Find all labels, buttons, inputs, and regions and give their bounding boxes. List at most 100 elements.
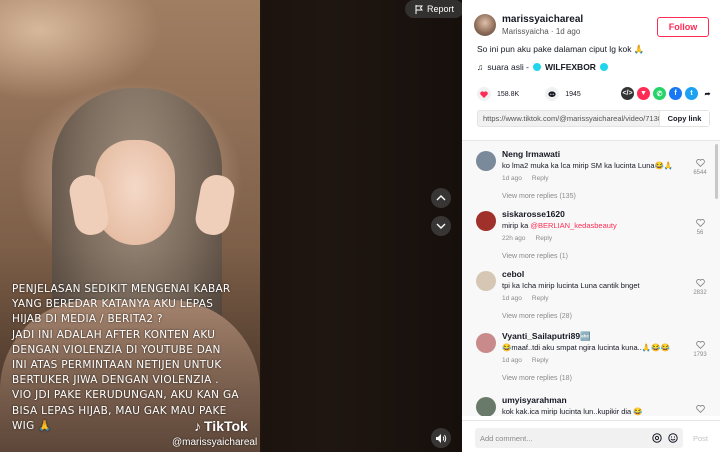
comment-text: tpi ka Icha mirip lucinta Luna cantik bn… bbox=[502, 281, 640, 290]
flag-icon bbox=[415, 4, 423, 14]
music-link[interactable]: ♫ suara asli - WILFEXBOR bbox=[477, 62, 608, 72]
author-separator: · bbox=[550, 27, 554, 36]
comment-time: 1d ago bbox=[502, 295, 522, 302]
author-avatar[interactable] bbox=[474, 14, 496, 36]
heart-outline-icon bbox=[695, 279, 705, 287]
like-count: 158.8K bbox=[497, 90, 520, 98]
comment-icon bbox=[548, 90, 556, 97]
commenter-avatar[interactable] bbox=[476, 271, 496, 291]
comment-time: 22h ago bbox=[502, 235, 526, 242]
heart-outline-icon bbox=[695, 219, 705, 227]
report-label: Report bbox=[427, 4, 455, 14]
video-link[interactable]: https://www.tiktok.com/@marissyaichareal… bbox=[478, 114, 659, 123]
comments-scrollbar[interactable] bbox=[715, 144, 718, 199]
copy-link-button[interactable]: Copy link bbox=[659, 111, 709, 126]
comment-like-count: 1793 bbox=[693, 352, 707, 358]
post-description: So ini pun aku pake dalaman ciput lg kok… bbox=[477, 44, 645, 54]
comment-mention-link[interactable]: @BERLIAN_kedasbeauty bbox=[530, 221, 616, 230]
music-title: suara asli - bbox=[487, 62, 529, 72]
mention-icon[interactable] bbox=[652, 433, 662, 443]
music-note-icon: ♫ bbox=[477, 62, 484, 72]
comment-text: mirip ka @BERLIAN_kedasbeauty bbox=[502, 221, 617, 230]
chevron-up-icon bbox=[436, 195, 446, 201]
comment-like-button[interactable]: 56 bbox=[688, 219, 712, 236]
volume-button[interactable] bbox=[431, 428, 451, 448]
link-bar: https://www.tiktok.com/@marissyaichareal… bbox=[477, 110, 710, 127]
previous-video-button[interactable] bbox=[431, 188, 451, 208]
comment-time: 1d ago bbox=[502, 175, 522, 182]
comment-like-button[interactable] bbox=[688, 405, 712, 416]
commenter-avatar[interactable] bbox=[476, 397, 496, 416]
post-time: 1d ago bbox=[555, 27, 581, 36]
author-username[interactable]: marissyaichareal bbox=[502, 14, 583, 25]
comment-meta: 1d ago Reply bbox=[502, 175, 549, 182]
comments-list[interactable]: Neng Irmawati ko lma2 muka ka lca mirip S… bbox=[462, 140, 720, 416]
commenter-name[interactable]: cebol bbox=[502, 269, 524, 279]
verified-badge-icon-2 bbox=[599, 63, 608, 71]
commenter-name[interactable]: Vyanti_Sailaputri89🔤 bbox=[502, 331, 591, 342]
music-artist: WILFEXBOR bbox=[544, 62, 596, 72]
heart-outline-icon bbox=[695, 405, 705, 413]
view-more-replies[interactable]: View more replies (28) bbox=[502, 313, 572, 320]
comment-meta: 1d ago Reply bbox=[502, 357, 549, 364]
comment-like-button[interactable]: 6544 bbox=[688, 159, 712, 176]
follow-button[interactable]: Follow bbox=[657, 17, 709, 37]
commenter-name[interactable]: siskarosse1620 bbox=[502, 209, 565, 219]
chevron-down-icon bbox=[436, 223, 446, 229]
video-watermark: @marissyaichareal bbox=[172, 437, 258, 448]
comment-text: kok kak.ica mirip lucinta lun..kupikir d… bbox=[502, 407, 643, 416]
comment-like-button[interactable]: 2832 bbox=[688, 279, 712, 296]
embed-icon[interactable]: </> bbox=[621, 87, 634, 100]
tiktok-logo-text: TikTok bbox=[204, 418, 248, 434]
reply-button[interactable]: Reply bbox=[532, 175, 549, 182]
comment-text: 😂maaf..tdi aku smpat ngira lucinta kuna.… bbox=[502, 343, 670, 352]
author-display-name: Marissyaicha bbox=[502, 27, 549, 36]
commenter-avatar[interactable] bbox=[476, 151, 496, 171]
heart-icon bbox=[480, 90, 488, 98]
reply-button[interactable]: Reply bbox=[532, 295, 549, 302]
comment-meta: 22h ago Reply bbox=[502, 235, 552, 242]
facebook-icon[interactable]: f bbox=[669, 87, 682, 100]
comment-like-count: 6544 bbox=[693, 170, 707, 176]
more-share-icon[interactable]: ➦ bbox=[701, 87, 714, 100]
video-player[interactable]: PENJELASAN SEDIKIT MENGENAI KABAR YANG B… bbox=[0, 0, 462, 452]
reply-button[interactable]: Reply bbox=[532, 357, 549, 364]
heart-outline-icon bbox=[695, 159, 705, 167]
send-to-friends-icon[interactable]: ▼ bbox=[637, 87, 650, 100]
commenter-name[interactable]: umyisyarahman bbox=[502, 395, 567, 405]
video-frame[interactable]: PENJELASAN SEDIKIT MENGENAI KABAR YANG B… bbox=[0, 0, 260, 452]
comment-like-button[interactable]: 1793 bbox=[688, 341, 712, 358]
post-comment-button[interactable]: Post bbox=[693, 434, 708, 443]
view-more-replies[interactable]: View more replies (18) bbox=[502, 375, 572, 382]
comment-meta: 1d ago Reply bbox=[502, 295, 549, 302]
tiktok-note-icon: ♪ bbox=[194, 418, 201, 434]
comment-button[interactable] bbox=[545, 87, 560, 101]
commenter-avatar[interactable] bbox=[476, 333, 496, 353]
commenter-avatar[interactable] bbox=[476, 211, 496, 231]
comment-like-count: 2832 bbox=[693, 290, 707, 296]
commenter-name[interactable]: Neng Irmawati bbox=[502, 149, 560, 159]
details-panel: marissyaichareal Marissyaicha · 1d ago F… bbox=[462, 0, 720, 452]
twitter-icon[interactable]: t bbox=[685, 87, 698, 100]
comment-text: ko lma2 muka ka lca mirip SM ka lucinta … bbox=[502, 161, 674, 170]
share-icons: </> ▼ ✆ f t ➦ bbox=[621, 87, 714, 100]
next-video-button[interactable] bbox=[431, 216, 451, 236]
whatsapp-icon[interactable]: ✆ bbox=[653, 87, 666, 100]
verified-badge-icon bbox=[532, 63, 541, 71]
reply-button[interactable]: Reply bbox=[536, 235, 553, 242]
view-more-replies[interactable]: View more replies (1) bbox=[502, 253, 568, 260]
comment-input[interactable]: Add comment... bbox=[475, 428, 683, 448]
engagement-stats: 158.8K 1945 bbox=[477, 87, 581, 101]
like-button[interactable] bbox=[477, 87, 491, 101]
comment-input-icons bbox=[652, 433, 678, 443]
view-more-replies[interactable]: View more replies (135) bbox=[502, 193, 576, 200]
comment-time: 1d ago bbox=[502, 357, 522, 364]
comment-like-count: 56 bbox=[696, 230, 704, 236]
video-caption-overlay: PENJELASAN SEDIKIT MENGENAI KABAR YANG B… bbox=[12, 283, 239, 432]
emoji-icon[interactable] bbox=[668, 433, 678, 443]
heart-outline-icon bbox=[695, 341, 705, 349]
author-info[interactable]: marissyaichareal Marissyaicha · 1d ago bbox=[474, 14, 583, 36]
report-button[interactable]: Report bbox=[405, 0, 462, 18]
comment-input-placeholder: Add comment... bbox=[480, 433, 533, 443]
add-comment-bar: Add comment... Post bbox=[462, 420, 720, 452]
